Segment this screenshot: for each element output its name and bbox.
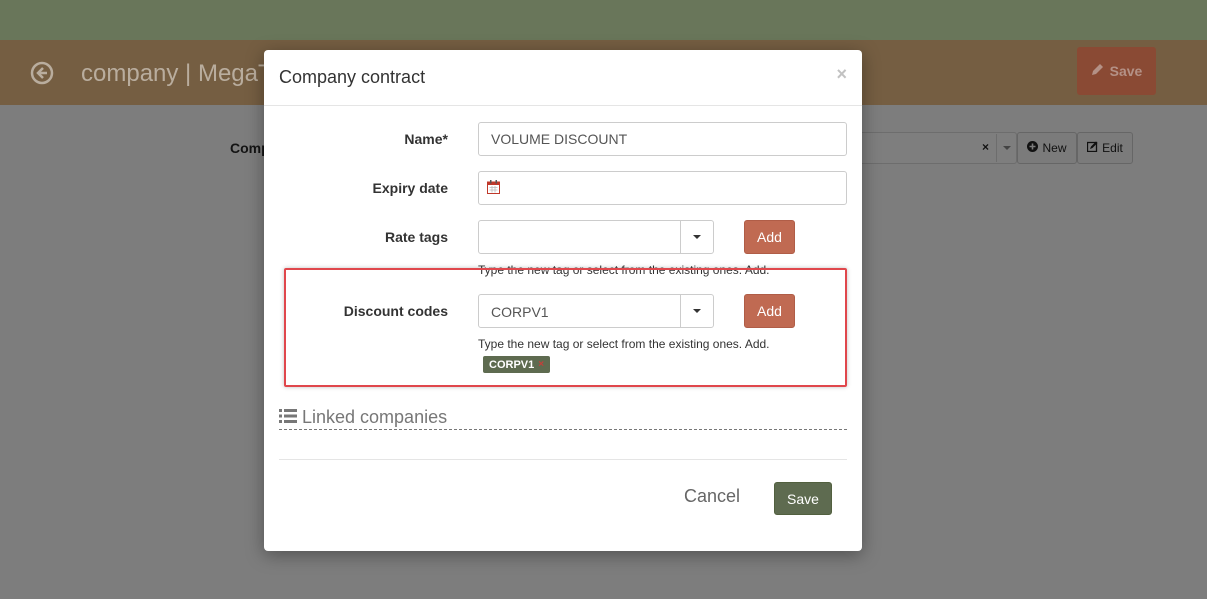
new-company-button[interactable]: New: [1017, 132, 1077, 164]
close-icon[interactable]: ×: [836, 64, 847, 85]
edit-icon: [1087, 141, 1098, 155]
linked-companies-toggle[interactable]: Linked companies: [279, 406, 847, 430]
chevron-down-icon[interactable]: [680, 221, 713, 253]
edit-company-button[interactable]: Edit: [1077, 132, 1133, 164]
company-contract-modal: Company contract × Name* VOLUME DISCOUNT…: [264, 50, 862, 551]
edit-label: Edit: [1102, 141, 1123, 155]
modal-title: Company contract: [279, 67, 426, 87]
new-label: New: [1042, 141, 1067, 155]
discount-codes-value: CORPV1: [491, 304, 549, 320]
expiry-date-label: Expiry date: [372, 180, 448, 196]
company-select[interactable]: [858, 132, 1017, 164]
remove-tag-icon[interactable]: ×: [538, 359, 544, 370]
cancel-button[interactable]: Cancel: [684, 486, 740, 507]
discount-code-tag: CORPV1 ×: [483, 356, 551, 373]
plus-circle-icon: [1027, 141, 1039, 155]
page-save-button[interactable]: Save: [1077, 47, 1156, 95]
rate-tags-select[interactable]: [478, 220, 714, 254]
rate-tags-help: Type the new tag or select from the exis…: [478, 263, 770, 277]
rate-tags-label: Rate tags: [384, 229, 448, 245]
back-arrow-icon[interactable]: [30, 61, 54, 85]
company-clear-icon[interactable]: ×: [982, 140, 989, 154]
add-rate-tag-button[interactable]: Add: [744, 220, 795, 254]
page-save-label: Save: [1109, 63, 1143, 79]
linked-companies-label: Linked companies: [302, 407, 448, 427]
modal-header: Company contract ×: [264, 50, 862, 106]
list-icon: [279, 407, 297, 428]
name-label: Name*: [404, 131, 448, 147]
footer-divider: [279, 459, 847, 460]
discount-codes-select[interactable]: CORPV1: [478, 294, 714, 328]
tag-label: CORPV1: [489, 358, 535, 371]
page-title: company | MegaT: [81, 60, 273, 87]
name-value: VOLUME DISCOUNT: [491, 131, 628, 147]
add-discount-code-button[interactable]: Add: [744, 294, 795, 328]
expiry-date-input[interactable]: [478, 171, 847, 205]
chevron-down-icon[interactable]: [680, 295, 713, 327]
discount-codes-label: Discount codes: [343, 303, 448, 319]
name-input[interactable]: VOLUME DISCOUNT: [478, 122, 847, 156]
pencil-icon: [1091, 63, 1104, 79]
save-button[interactable]: Save: [774, 482, 832, 515]
discount-codes-help: Type the new tag or select from the exis…: [478, 337, 770, 351]
calendar-icon: [487, 179, 500, 197]
top-bar: [0, 0, 1207, 40]
chevron-down-icon[interactable]: [996, 134, 1016, 162]
